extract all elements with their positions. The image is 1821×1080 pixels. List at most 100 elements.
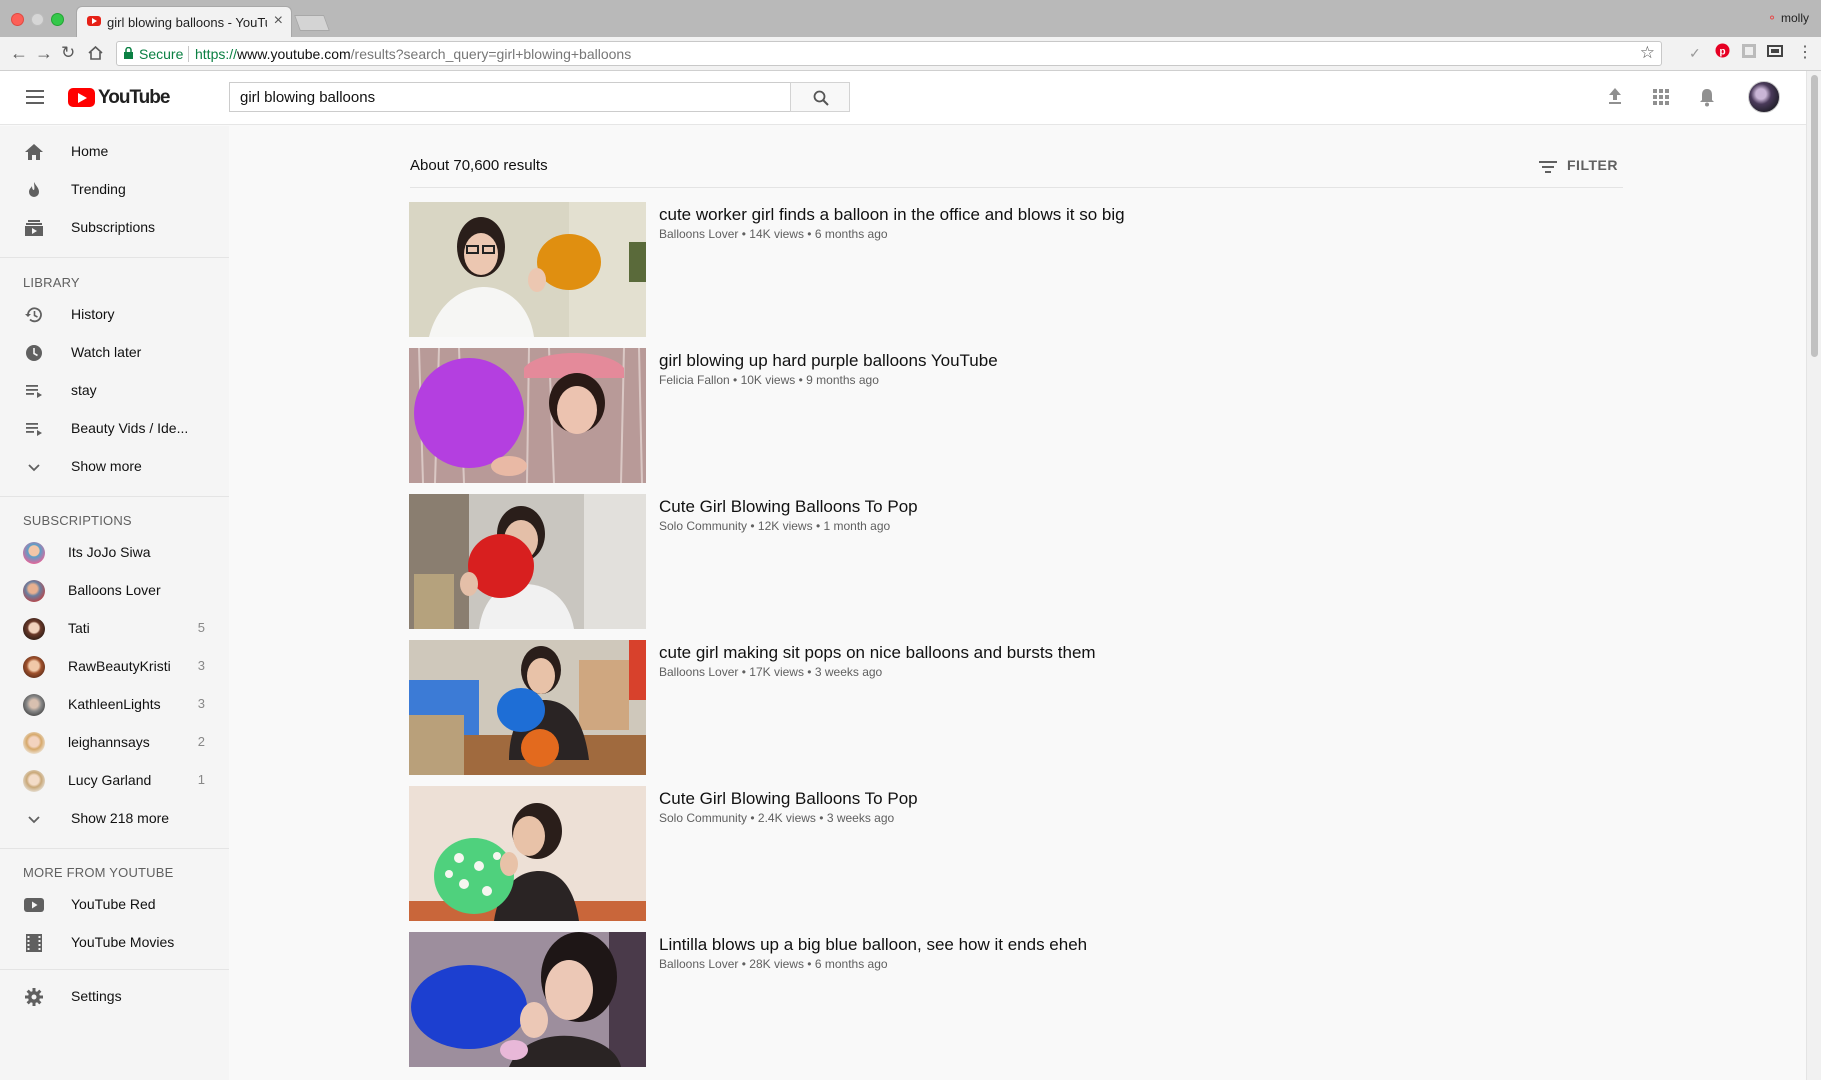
youtube-red-icon [24, 898, 44, 912]
channel-name[interactable]: Balloons Lover [659, 227, 738, 241]
video-thumbnail[interactable] [409, 786, 646, 921]
video-result[interactable]: Lintilla blows up a big blue balloon, se… [409, 932, 1623, 1069]
video-title[interactable]: Cute Girl Blowing Balloons To Pop [659, 789, 918, 809]
subscription-count: 1 [197, 772, 205, 787]
video-thumbnail[interactable] [409, 202, 646, 337]
thumbnail-image [409, 640, 646, 775]
sidebar-show-more-subscriptions[interactable]: Show 218 more [0, 800, 229, 838]
scrollbar-thumb[interactable] [1811, 75, 1818, 357]
video-thumbnail[interactable] [409, 640, 646, 775]
browser-tab[interactable]: girl blowing balloons - YouTube × [76, 6, 292, 37]
sidebar-subscription[interactable]: KathleenLights 3 [0, 686, 229, 724]
sidebar-subscription[interactable]: Lucy Garland 1 [0, 762, 229, 800]
close-tab-icon[interactable]: × [274, 12, 283, 30]
sidebar-divider [0, 496, 229, 497]
back-icon[interactable]: ← [10, 43, 28, 63]
sidebar-subscription[interactable]: Its JoJo Siwa [0, 534, 229, 572]
video-metadata: Balloons Lover • 17K views • 3 weeks ago [659, 665, 883, 679]
subscription-count: 2 [197, 734, 205, 749]
maximize-window-button[interactable] [51, 13, 64, 26]
grid-extension-icon[interactable] [1742, 44, 1756, 61]
account-avatar[interactable] [1748, 81, 1780, 113]
sidebar-item-watch-later[interactable]: Watch later [0, 334, 229, 372]
sidebar-item-playlist-beauty[interactable]: Beauty Vids / Ide... [0, 410, 229, 448]
close-window-button[interactable] [11, 13, 24, 26]
screen-extension-icon[interactable] [1767, 44, 1783, 61]
upload-age: 3 weeks ago [826, 811, 895, 825]
filter-icon[interactable] [1539, 160, 1557, 174]
balloon [468, 534, 534, 598]
upload-icon[interactable] [1607, 87, 1623, 105]
sidebar-subscription[interactable]: Tati 5 [0, 610, 229, 648]
menu-kebab-icon[interactable]: ⋮ [1797, 42, 1813, 62]
profile-icon[interactable]: ⚬ [1767, 11, 1777, 25]
reload-icon[interactable]: ↻ [61, 43, 75, 63]
sidebar-subscription[interactable]: RawBeautyKristi 3 [0, 648, 229, 686]
channel-name[interactable]: Solo Community [659, 811, 747, 825]
sidebar-item-youtube-movies[interactable]: YouTube Movies [0, 924, 229, 962]
channel-name[interactable]: Solo Community [659, 519, 747, 533]
playlist-icon [26, 423, 42, 436]
video-title[interactable]: cute worker girl finds a balloon in the … [659, 205, 1125, 225]
video-result[interactable]: girl blowing up hard purple balloons You… [409, 348, 1623, 485]
video-title[interactable]: girl blowing up hard purple balloons You… [659, 351, 998, 371]
sidebar-divider [0, 969, 229, 970]
video-thumbnail[interactable] [409, 348, 646, 483]
sidebar-item-label: YouTube Movies [71, 934, 175, 950]
address-bar[interactable]: Secure https://www.youtube.com/results?s… [116, 41, 1662, 66]
bookmark-star-icon[interactable]: ☆ [1640, 43, 1655, 63]
sidebar-item-history[interactable]: History [0, 296, 229, 334]
sidebar-divider [0, 257, 229, 258]
sidebar-item-playlist-stay[interactable]: stay [0, 372, 229, 410]
playlist-icon [26, 385, 42, 398]
guide-menu-icon[interactable] [26, 90, 44, 104]
filter-button[interactable]: FILTER [1567, 157, 1618, 173]
sidebar-item-settings[interactable]: Settings [0, 978, 229, 1016]
channel-name[interactable]: Balloons Lover [659, 957, 738, 971]
thumbnail-image [409, 932, 646, 1067]
check-extension-icon[interactable]: ✓ [1689, 45, 1701, 62]
thumbnail-image [409, 786, 646, 921]
home-browser-icon[interactable] [88, 44, 103, 64]
search-button[interactable] [790, 82, 850, 112]
sidebar-subscription[interactable]: Balloons Lover [0, 572, 229, 610]
video-metadata: Solo Community • 12K views • 1 month ago [659, 519, 891, 533]
video-result[interactable]: Cute Girl Blowing Balloons To Pop Solo C… [409, 494, 1623, 631]
results-divider [410, 187, 1623, 188]
subscription-count: 3 [197, 658, 205, 673]
video-result[interactable]: Cute Girl Blowing Balloons To Pop Solo C… [409, 786, 1623, 923]
video-result[interactable]: cute worker girl finds a balloon in the … [409, 202, 1623, 339]
thumbnail-image [409, 202, 646, 337]
video-thumbnail[interactable] [409, 932, 646, 1067]
video-thumbnail[interactable] [409, 494, 646, 629]
notifications-bell-icon[interactable] [1699, 88, 1715, 107]
sidebar-subscription[interactable]: leighannsays 2 [0, 724, 229, 762]
page-scrollbar[interactable] [1806, 71, 1821, 1080]
search-box [229, 82, 791, 112]
channel-avatar [23, 770, 45, 792]
sidebar-item-home[interactable]: Home [0, 133, 229, 171]
sidebar-item-subscriptions[interactable]: Subscriptions [0, 209, 229, 247]
video-result[interactable]: cute girl making sit pops on nice balloo… [409, 640, 1623, 777]
video-title[interactable]: Cute Girl Blowing Balloons To Pop [659, 497, 918, 517]
search-input[interactable] [230, 83, 790, 111]
apps-grid-icon[interactable] [1653, 89, 1669, 105]
url-text[interactable]: https://www.youtube.com/results?search_q… [195, 46, 631, 62]
sidebar-divider [0, 848, 229, 849]
forward-icon[interactable]: → [35, 43, 53, 63]
browser-profile-name[interactable]: molly [1781, 11, 1809, 25]
channel-name[interactable]: Balloons Lover [659, 665, 738, 679]
pinterest-extension-icon[interactable]: p [1715, 43, 1730, 61]
view-count: 17K views [749, 665, 804, 679]
sidebar-item-trending[interactable]: Trending [0, 171, 229, 209]
sidebar-item-youtube-red[interactable]: YouTube Red [0, 886, 229, 924]
thumbnail-image [409, 494, 646, 629]
channel-avatar [23, 618, 45, 640]
video-title[interactable]: Lintilla blows up a big blue balloon, se… [659, 935, 1087, 955]
new-tab-button[interactable] [294, 15, 330, 31]
sidebar-show-more[interactable]: Show more [0, 448, 229, 486]
video-title[interactable]: cute girl making sit pops on nice balloo… [659, 643, 1096, 663]
sidebar-item-label: stay [71, 382, 97, 398]
channel-name[interactable]: Felicia Fallon [659, 373, 730, 387]
minimize-window-button[interactable] [31, 13, 44, 26]
